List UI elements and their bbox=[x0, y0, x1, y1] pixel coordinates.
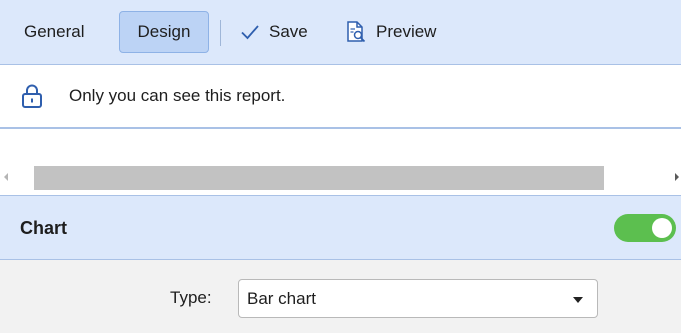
lock-icon bbox=[22, 84, 42, 108]
privacy-message: Only you can see this report. bbox=[69, 86, 286, 105]
chart-type-row: Type: Bar chart bbox=[0, 260, 681, 333]
chevron-down-icon bbox=[573, 297, 583, 303]
section-title: Chart bbox=[20, 218, 68, 238]
type-label: Type: bbox=[170, 288, 212, 307]
tab-general-label: General bbox=[24, 22, 85, 41]
chart-toggle[interactable] bbox=[614, 214, 676, 242]
preview-button-label: Preview bbox=[376, 22, 437, 41]
chart-type-select[interactable]: Bar chart bbox=[238, 279, 598, 318]
chart-section-header: Chart bbox=[0, 195, 681, 260]
save-button[interactable]: Save bbox=[240, 12, 308, 52]
privacy-notice: Only you can see this report. bbox=[0, 65, 681, 129]
tab-general[interactable]: General bbox=[24, 12, 84, 52]
toolbar-separator bbox=[220, 20, 221, 46]
tab-design[interactable]: Design bbox=[119, 11, 209, 53]
checkmark-icon bbox=[241, 25, 259, 40]
scroll-right-icon[interactable] bbox=[675, 173, 679, 181]
save-button-label: Save bbox=[269, 22, 308, 41]
preview-button[interactable]: Preview bbox=[344, 12, 436, 52]
scroll-left-icon[interactable] bbox=[4, 173, 8, 181]
chart-type-value: Bar chart bbox=[247, 289, 316, 308]
preview-icon bbox=[347, 21, 366, 43]
scrollbar-thumb[interactable] bbox=[34, 166, 604, 190]
tab-design-label: Design bbox=[137, 22, 191, 41]
toggle-knob bbox=[652, 218, 672, 238]
horizontal-scrollbar[interactable] bbox=[0, 164, 681, 194]
toolbar: General Design Save Preview bbox=[0, 0, 681, 65]
